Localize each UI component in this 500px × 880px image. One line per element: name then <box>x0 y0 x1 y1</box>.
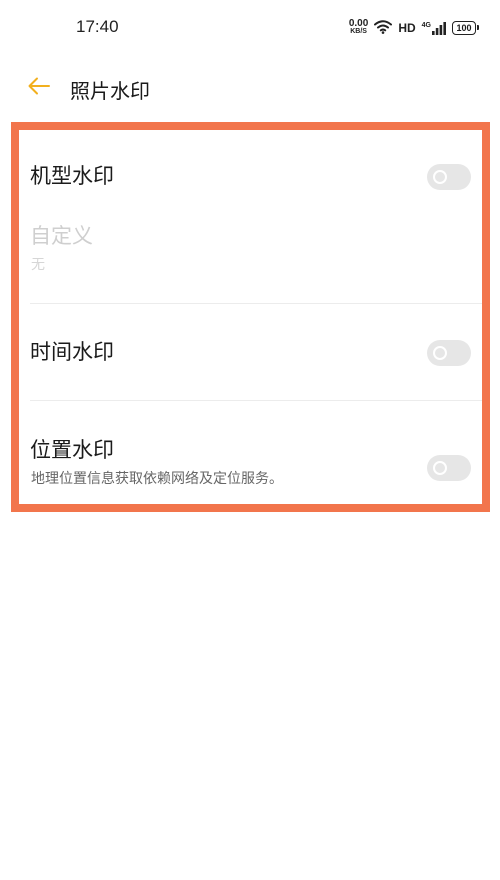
status-time: 17:40 <box>76 17 119 36</box>
network-speed-unit: KB/S <box>350 28 367 35</box>
model-watermark-row[interactable]: 机型水印 <box>19 150 482 210</box>
location-watermark-row[interactable]: 位置水印 地理位置信息获取依赖网络及定位服务。 <box>19 420 482 500</box>
custom-row[interactable]: 自定义 无 <box>19 216 482 296</box>
battery-level: 100 <box>456 23 472 33</box>
location-watermark-label: 位置水印 <box>30 438 114 462</box>
back-button[interactable] <box>22 72 56 104</box>
status-bar: 17:40 0.00 KB/S HD 4G 100 <box>0 0 500 56</box>
network-speed-value: 0.00 <box>348 18 369 29</box>
time-watermark-label: 时间水印 <box>30 340 114 364</box>
status-icons: 0.00 KB/S HD 4G 100 <box>348 18 479 38</box>
network-type-label: 4G <box>421 21 431 29</box>
location-watermark-description: 地理位置信息获取依赖网络及定位服务。 <box>31 471 283 487</box>
time-watermark-toggle[interactable] <box>427 340 471 366</box>
location-watermark-toggle[interactable] <box>427 455 471 481</box>
wifi-icon <box>374 19 393 38</box>
page-title: 照片水印 <box>70 79 150 103</box>
hd-indicator: HD <box>398 21 416 35</box>
toggle-knob <box>433 461 447 475</box>
battery-icon: 100 <box>452 21 479 35</box>
cell-signal-icon: 4G <box>421 21 446 35</box>
app-header: 照片水印 <box>0 62 500 114</box>
time-watermark-row[interactable]: 时间水印 <box>19 326 482 386</box>
divider <box>30 303 482 304</box>
custom-value: 无 <box>31 257 45 273</box>
divider <box>30 400 482 401</box>
toggle-knob <box>433 170 447 184</box>
toggle-knob <box>433 346 447 360</box>
custom-label: 自定义 <box>30 224 93 248</box>
model-watermark-label: 机型水印 <box>30 164 114 188</box>
watermark-settings-panel: 机型水印 自定义 无 时间水印 位置水印 地理位置信息获取依赖网络及定位服务。 <box>11 122 490 512</box>
back-arrow-icon <box>27 76 51 100</box>
network-speed: 0.00 KB/S <box>348 18 369 36</box>
model-watermark-toggle[interactable] <box>427 164 471 190</box>
